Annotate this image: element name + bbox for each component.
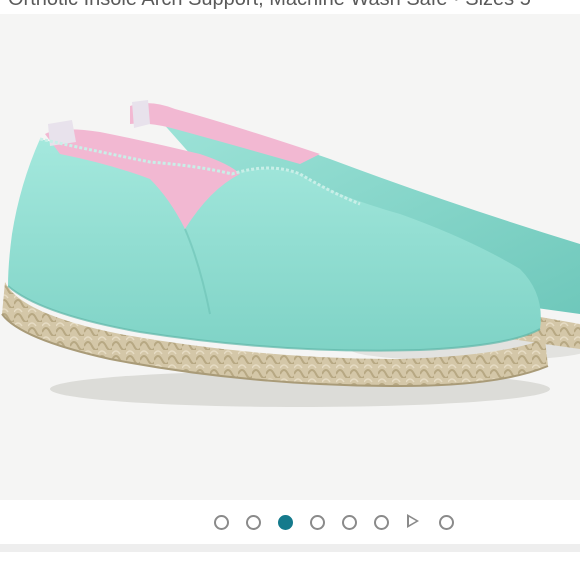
carousel-dot-5[interactable] (342, 515, 357, 530)
below-carousel-area (0, 552, 580, 580)
carousel-dot-3[interactable] (278, 515, 293, 530)
carousel-dot-4[interactable] (310, 515, 325, 530)
carousel-dot-6[interactable] (374, 515, 389, 530)
product-title-strip: Orthotic Insole Arch Support, Machine Wa… (0, 0, 580, 14)
front-shoe-upper (8, 139, 541, 351)
product-image[interactable] (0, 14, 580, 500)
carousel-dot-8[interactable] (439, 515, 454, 530)
video-play-icon[interactable] (407, 514, 419, 528)
carousel-dot-2[interactable] (246, 515, 261, 530)
product-title: Orthotic Insole Arch Support, Machine Wa… (8, 0, 531, 11)
section-divider (0, 544, 580, 552)
shoe-illustration (1, 100, 580, 407)
carousel-dot-1[interactable] (214, 515, 229, 530)
image-carousel-indicators (0, 500, 580, 544)
